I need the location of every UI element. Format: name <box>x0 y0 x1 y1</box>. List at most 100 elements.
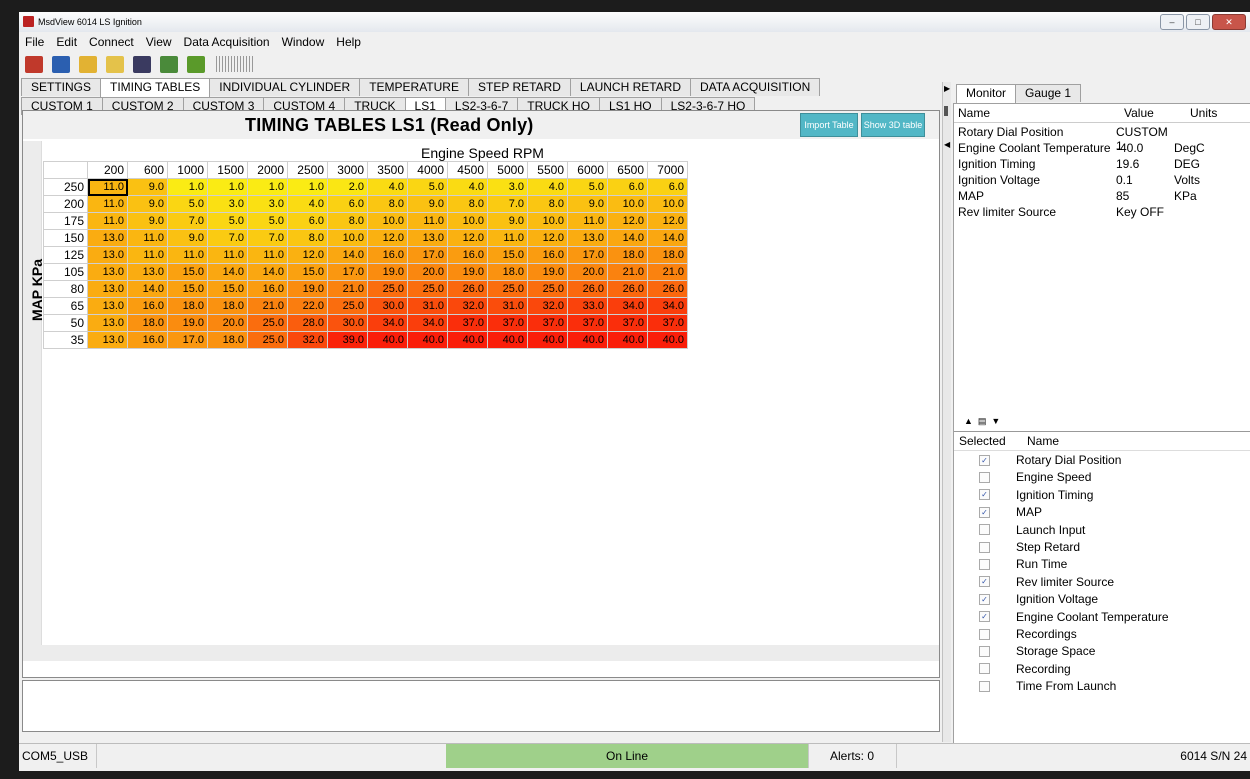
collapse-left-icon[interactable]: ◀ <box>944 140 950 149</box>
menu-edit[interactable]: Edit <box>50 32 83 52</box>
pane-resize-icons[interactable]: ▲ ▤ ▼ <box>964 416 1000 427</box>
timing-cell[interactable]: 13.0 <box>87 229 128 247</box>
timing-cell[interactable]: 31.0 <box>407 297 448 315</box>
timing-cell[interactable]: 40.0 <box>607 331 648 349</box>
menu-window[interactable]: Window <box>276 32 331 52</box>
timing-cell[interactable]: 5.0 <box>167 195 208 213</box>
timing-cell[interactable]: 20.0 <box>407 263 448 281</box>
timing-cell[interactable]: 17.0 <box>327 263 368 281</box>
timing-cell[interactable]: 9.0 <box>487 212 528 230</box>
timing-cell[interactable]: 13.0 <box>87 331 128 349</box>
timing-cell[interactable]: 6.0 <box>647 178 688 196</box>
table-scroll-area[interactable] <box>23 645 939 661</box>
timing-cell[interactable]: 25.0 <box>247 314 288 332</box>
selected-checkbox[interactable] <box>979 663 990 675</box>
timing-cell[interactable]: 13.0 <box>87 297 128 315</box>
menu-connect[interactable]: Connect <box>83 32 140 52</box>
timing-cell[interactable]: 15.0 <box>167 263 208 281</box>
timing-cell[interactable]: 25.0 <box>487 280 528 298</box>
menu-file[interactable]: File <box>19 32 50 52</box>
timing-cell[interactable]: 16.0 <box>447 246 488 264</box>
menu-data-acquisition[interactable]: Data Acquisition <box>178 32 276 52</box>
timing-cell[interactable]: 40.0 <box>447 331 488 349</box>
timing-cell[interactable]: 14.0 <box>247 263 288 281</box>
timing-cell[interactable]: 21.0 <box>247 297 288 315</box>
timing-cell[interactable]: 21.0 <box>607 263 648 281</box>
timing-cell[interactable]: 25.0 <box>527 280 568 298</box>
timing-cell[interactable]: 19.0 <box>167 314 208 332</box>
timing-cell[interactable]: 8.0 <box>287 229 328 247</box>
timing-cell[interactable]: 11.0 <box>567 212 608 230</box>
timing-cell[interactable]: 37.0 <box>527 314 568 332</box>
timing-cell[interactable]: 11.0 <box>87 178 128 196</box>
timing-cell[interactable]: 39.0 <box>327 331 368 349</box>
monitor-col-name[interactable]: Name <box>954 104 1120 122</box>
timing-cell[interactable]: 16.0 <box>127 331 168 349</box>
timing-cell[interactable]: 11.0 <box>407 212 448 230</box>
tab-step-retard[interactable]: STEP RETARD <box>467 78 571 96</box>
save-icon[interactable] <box>133 55 151 73</box>
grid-icon[interactable] <box>160 55 178 73</box>
timing-cell[interactable]: 34.0 <box>407 314 448 332</box>
timing-cell[interactable]: 18.0 <box>167 297 208 315</box>
right-tab-monitor[interactable]: Monitor <box>956 84 1017 103</box>
timing-cell[interactable]: 26.0 <box>447 280 488 298</box>
timing-cell[interactable]: 25.0 <box>367 280 408 298</box>
timing-cell[interactable]: 9.0 <box>567 195 608 213</box>
timing-cell[interactable]: 10.0 <box>367 212 408 230</box>
timing-cell[interactable]: 11.0 <box>87 195 128 213</box>
timing-cell[interactable]: 10.0 <box>447 212 488 230</box>
selected-checkbox[interactable]: ✓ <box>979 576 990 588</box>
timing-cell[interactable]: 34.0 <box>367 314 408 332</box>
tab-settings[interactable]: SETTINGS <box>21 78 102 96</box>
timing-cell[interactable]: 15.0 <box>487 246 528 264</box>
timing-cell[interactable]: 1.0 <box>207 178 248 196</box>
timing-cell[interactable]: 15.0 <box>207 280 248 298</box>
timing-cell[interactable]: 14.0 <box>127 280 168 298</box>
timing-cell[interactable]: 8.0 <box>367 195 408 213</box>
timing-cell[interactable]: 5.0 <box>247 212 288 230</box>
timing-cell[interactable]: 5.0 <box>207 212 248 230</box>
tab-timing-tables[interactable]: TIMING TABLES <box>100 78 211 97</box>
timing-cell[interactable]: 25.0 <box>407 280 448 298</box>
timing-cell[interactable]: 11.0 <box>207 246 248 264</box>
timing-cell[interactable]: 26.0 <box>607 280 648 298</box>
expand-right-icon[interactable]: ▶ <box>944 84 950 93</box>
selector-col-name[interactable]: Name <box>1022 432 1064 450</box>
timing-cell[interactable]: 18.0 <box>207 331 248 349</box>
timing-cell[interactable]: 6.0 <box>327 195 368 213</box>
selector-col-selected[interactable]: Selected <box>954 432 1022 450</box>
timing-cell[interactable]: 40.0 <box>367 331 408 349</box>
timing-cell[interactable]: 16.0 <box>247 280 288 298</box>
menu-view[interactable]: View <box>140 32 178 52</box>
timing-cell[interactable]: 13.0 <box>87 246 128 264</box>
selected-checkbox[interactable]: ✓ <box>979 593 990 605</box>
timing-cell[interactable]: 20.0 <box>567 263 608 281</box>
selected-checkbox[interactable] <box>979 541 990 553</box>
timing-cell[interactable]: 26.0 <box>567 280 608 298</box>
open-file-icon[interactable] <box>79 55 97 73</box>
timing-cell[interactable]: 11.0 <box>127 246 168 264</box>
selected-checkbox[interactable] <box>979 680 990 692</box>
timing-cell[interactable]: 13.0 <box>407 229 448 247</box>
timing-cell[interactable]: 7.0 <box>247 229 288 247</box>
maximize-button[interactable]: □ <box>1186 14 1210 30</box>
timing-cell[interactable]: 10.0 <box>607 195 648 213</box>
timing-cell[interactable]: 32.0 <box>447 297 488 315</box>
timing-cell[interactable]: 6.0 <box>287 212 328 230</box>
timing-cell[interactable]: 37.0 <box>447 314 488 332</box>
selected-checkbox[interactable]: ✓ <box>979 506 990 518</box>
timing-cell[interactable]: 40.0 <box>527 331 568 349</box>
timing-cell[interactable]: 13.0 <box>87 314 128 332</box>
timing-cell[interactable]: 14.0 <box>327 246 368 264</box>
tab-temperature[interactable]: TEMPERATURE <box>359 78 469 96</box>
timing-cell[interactable]: 20.0 <box>207 314 248 332</box>
timing-cell[interactable]: 37.0 <box>567 314 608 332</box>
selected-checkbox[interactable]: ✓ <box>979 611 990 623</box>
minimize-button[interactable]: – <box>1160 14 1184 30</box>
selected-checkbox[interactable]: ✓ <box>979 489 990 501</box>
selected-checkbox[interactable] <box>979 524 990 536</box>
timing-cell[interactable]: 12.0 <box>607 212 648 230</box>
timing-cell[interactable]: 32.0 <box>527 297 568 315</box>
timing-cell[interactable]: 1.0 <box>287 178 328 196</box>
